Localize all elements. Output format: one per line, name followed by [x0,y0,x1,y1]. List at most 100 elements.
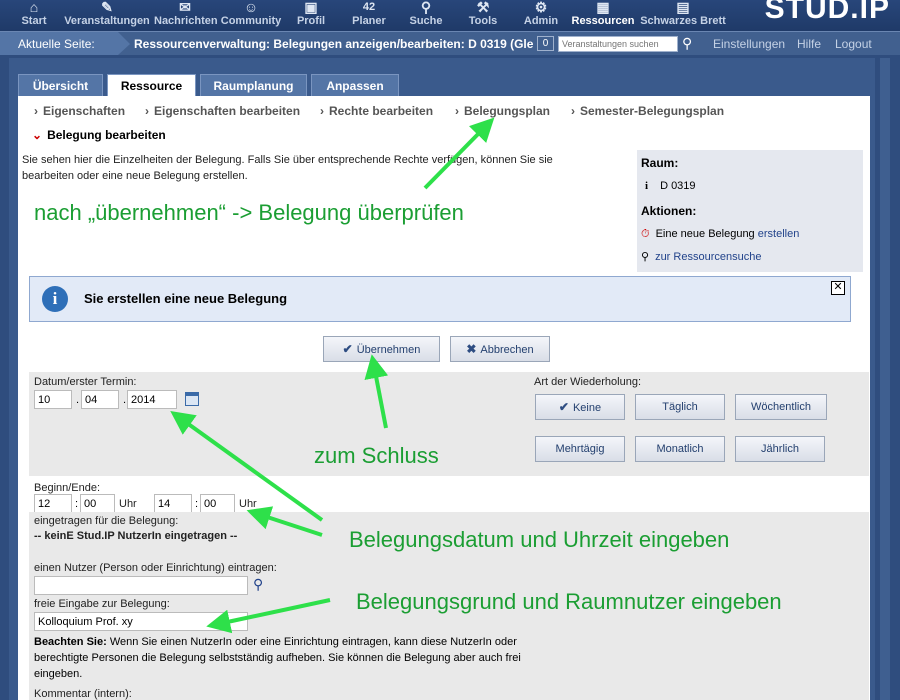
resource-search-row: ⚲ zur Ressourcensuche [641,250,761,263]
registered-value: -- keinE Stud.IP NutzerIn eingetragen -- [34,530,238,542]
end-hour-input[interactable] [154,494,192,513]
annotation-purpose-user: Belegungsgrund und Raumnutzer eingeben [356,589,782,614]
active-subnav[interactable]: ⌄ Belegung bearbeiten [32,128,166,142]
info-message: i Sie erstellen eine neue Belegung ✕ [29,276,851,322]
subnav-eigenschaften[interactable]: › Eigenschaften [34,104,125,118]
count-badge: 0 [537,36,554,51]
subnav-label: Eigenschaften bearbeiten [154,104,301,118]
new-booking-text: Eine neue Belegung [655,228,755,240]
tab-anpassen[interactable]: Anpassen [311,74,399,96]
repeat-daily-button[interactable]: Täglich [635,394,725,420]
nav-label: Veranstaltungen [64,15,150,27]
year-input[interactable] [127,390,177,409]
breadcrumb-arrow [118,32,130,55]
nav-label: Community [220,15,282,27]
active-subnav-label: Belegung bearbeiten [47,128,166,142]
chevron-down-icon: ⌄ [32,128,43,142]
date-label: Datum/erster Termin: [34,376,137,388]
nav-nachrichten[interactable]: ✉ Nachrichten [154,0,218,31]
accept-label: Übernehmen [356,344,421,356]
courses-icon: ✎ [101,0,113,14]
repeat-weekly-button[interactable]: Wöchentlich [735,394,827,420]
nav-admin[interactable]: ⚙ Admin [520,0,562,31]
logout-link[interactable]: Logout [835,37,872,51]
nav-suche[interactable]: ⚲ Suche [406,0,446,31]
end-minute-input[interactable] [200,494,235,513]
search-icon[interactable]: ⚲ [682,35,692,52]
intro-text: Sie sehen hier die Einzelheiten der Bele… [22,154,553,182]
tab-raumplanung[interactable]: Raumplanung [200,74,307,96]
resource-search-link[interactable]: zur Ressourcensuche [655,251,761,263]
checkmark-icon: ✔ [342,342,353,356]
nav-profil[interactable]: ▣ Profil [292,0,330,31]
nav-veranstaltungen[interactable]: ✎ Veranstaltungen [64,0,150,31]
start-minute-input[interactable] [80,494,115,513]
checkmark-icon: ✔ [558,400,569,414]
cancel-button[interactable]: ✖ Abbrechen [450,336,550,362]
create-booking-link[interactable]: erstellen [758,228,800,240]
tab-uebersicht[interactable]: Übersicht [18,74,103,96]
nav-ressourcen[interactable]: ▦ Ressourcen [570,0,636,31]
registered-label: eingetragen für die Belegung: [34,515,179,527]
accept-button[interactable]: ✔ Übernehmen [323,336,440,362]
room-name: D 0319 [660,180,696,192]
nav-label: Start [21,15,47,27]
nav-label: Nachrichten [154,15,218,27]
close-icon[interactable]: ✕ [831,281,845,295]
course-search-input[interactable] [558,36,678,52]
board-icon: ▤ [676,0,690,14]
settings-link[interactable]: Einstellungen [713,37,785,51]
day-input[interactable] [34,390,72,409]
nav-label: Admin [523,15,559,27]
nav-start[interactable]: ⌂ Start [14,0,54,31]
note-body: Wenn Sie einen NutzerIn oder eine Einric… [34,636,521,680]
nav-planer[interactable]: 42 Planer [348,0,390,31]
mail-icon: ✉ [179,0,191,14]
user-search-input[interactable] [34,576,248,595]
scrollbar[interactable] [880,58,890,700]
subnav-rechte-bearbeiten[interactable]: › Rechte bearbeiten [320,104,433,118]
repeat-none-button[interactable]: ✔ Keine [535,394,625,420]
subnav-label: Rechte bearbeiten [329,104,434,118]
date-separator: . [123,394,127,406]
time-section: Beginn/Ende: : Uhr : Uhr [29,476,869,513]
subnav-belegungsplan[interactable]: › Belegungsplan [455,104,550,118]
free-entry-input[interactable] [34,612,248,631]
subnav-label: Semester-Belegungsplan [580,104,725,118]
chevron-right-icon: › [145,104,149,118]
community-icon: ☺ [243,0,259,14]
repeat-multiday-button[interactable]: Mehrtägig [535,436,625,462]
calendar-icon: 42 [362,1,376,13]
search-icon[interactable]: ⚲ [253,576,263,593]
subnav-eigenschaften-bearbeiten[interactable]: › Eigenschaften bearbeiten [145,104,300,118]
nav-label: Planer [352,15,386,27]
nav-label: Schwarzes Brett [640,15,726,27]
repeat-label: Keine [572,402,602,414]
nav-community[interactable]: ☺ Community [220,0,282,31]
help-link[interactable]: Hilfe [797,37,821,51]
home-icon: ⌂ [29,0,39,14]
top-navigation: ⌂ Start ✎ Veranstaltungen ✉ Nachrichten … [0,0,900,31]
start-hour-input[interactable] [34,494,72,513]
profile-icon: ▣ [304,0,318,14]
actions-heading: Aktionen: [641,204,697,218]
room-row: i D 0319 [641,180,696,192]
calendar-icon[interactable] [185,392,199,406]
chevron-right-icon: › [34,104,38,118]
tab-ressource[interactable]: Ressource [107,74,196,97]
free-entry-label: freie Eingabe zur Belegung: [34,598,170,610]
repeat-yearly-button[interactable]: Jährlich [735,436,825,462]
room-heading: Raum: [641,156,679,170]
admin-icon: ⚙ [534,0,548,14]
repeat-monthly-button[interactable]: Monatlich [635,436,725,462]
annotation-check: nach „übernehmen“ -> Belegung überprüfen [34,200,464,225]
breadcrumb: Aktuelle Seite: Ressourcenverwaltung: Be… [0,31,900,55]
subnav-label: Belegungsplan [464,104,551,118]
date-separator: . [76,394,80,406]
unit-label: Uhr [119,498,137,510]
nav-schwarzes-brett[interactable]: ▤ Schwarzes Brett [640,0,726,31]
month-input[interactable] [81,390,119,409]
subnav-semester-belegungsplan[interactable]: › Semester-Belegungsplan [571,104,724,118]
nav-tools[interactable]: ⚒ Tools [464,0,502,31]
logo: STUD.IP [764,0,890,25]
